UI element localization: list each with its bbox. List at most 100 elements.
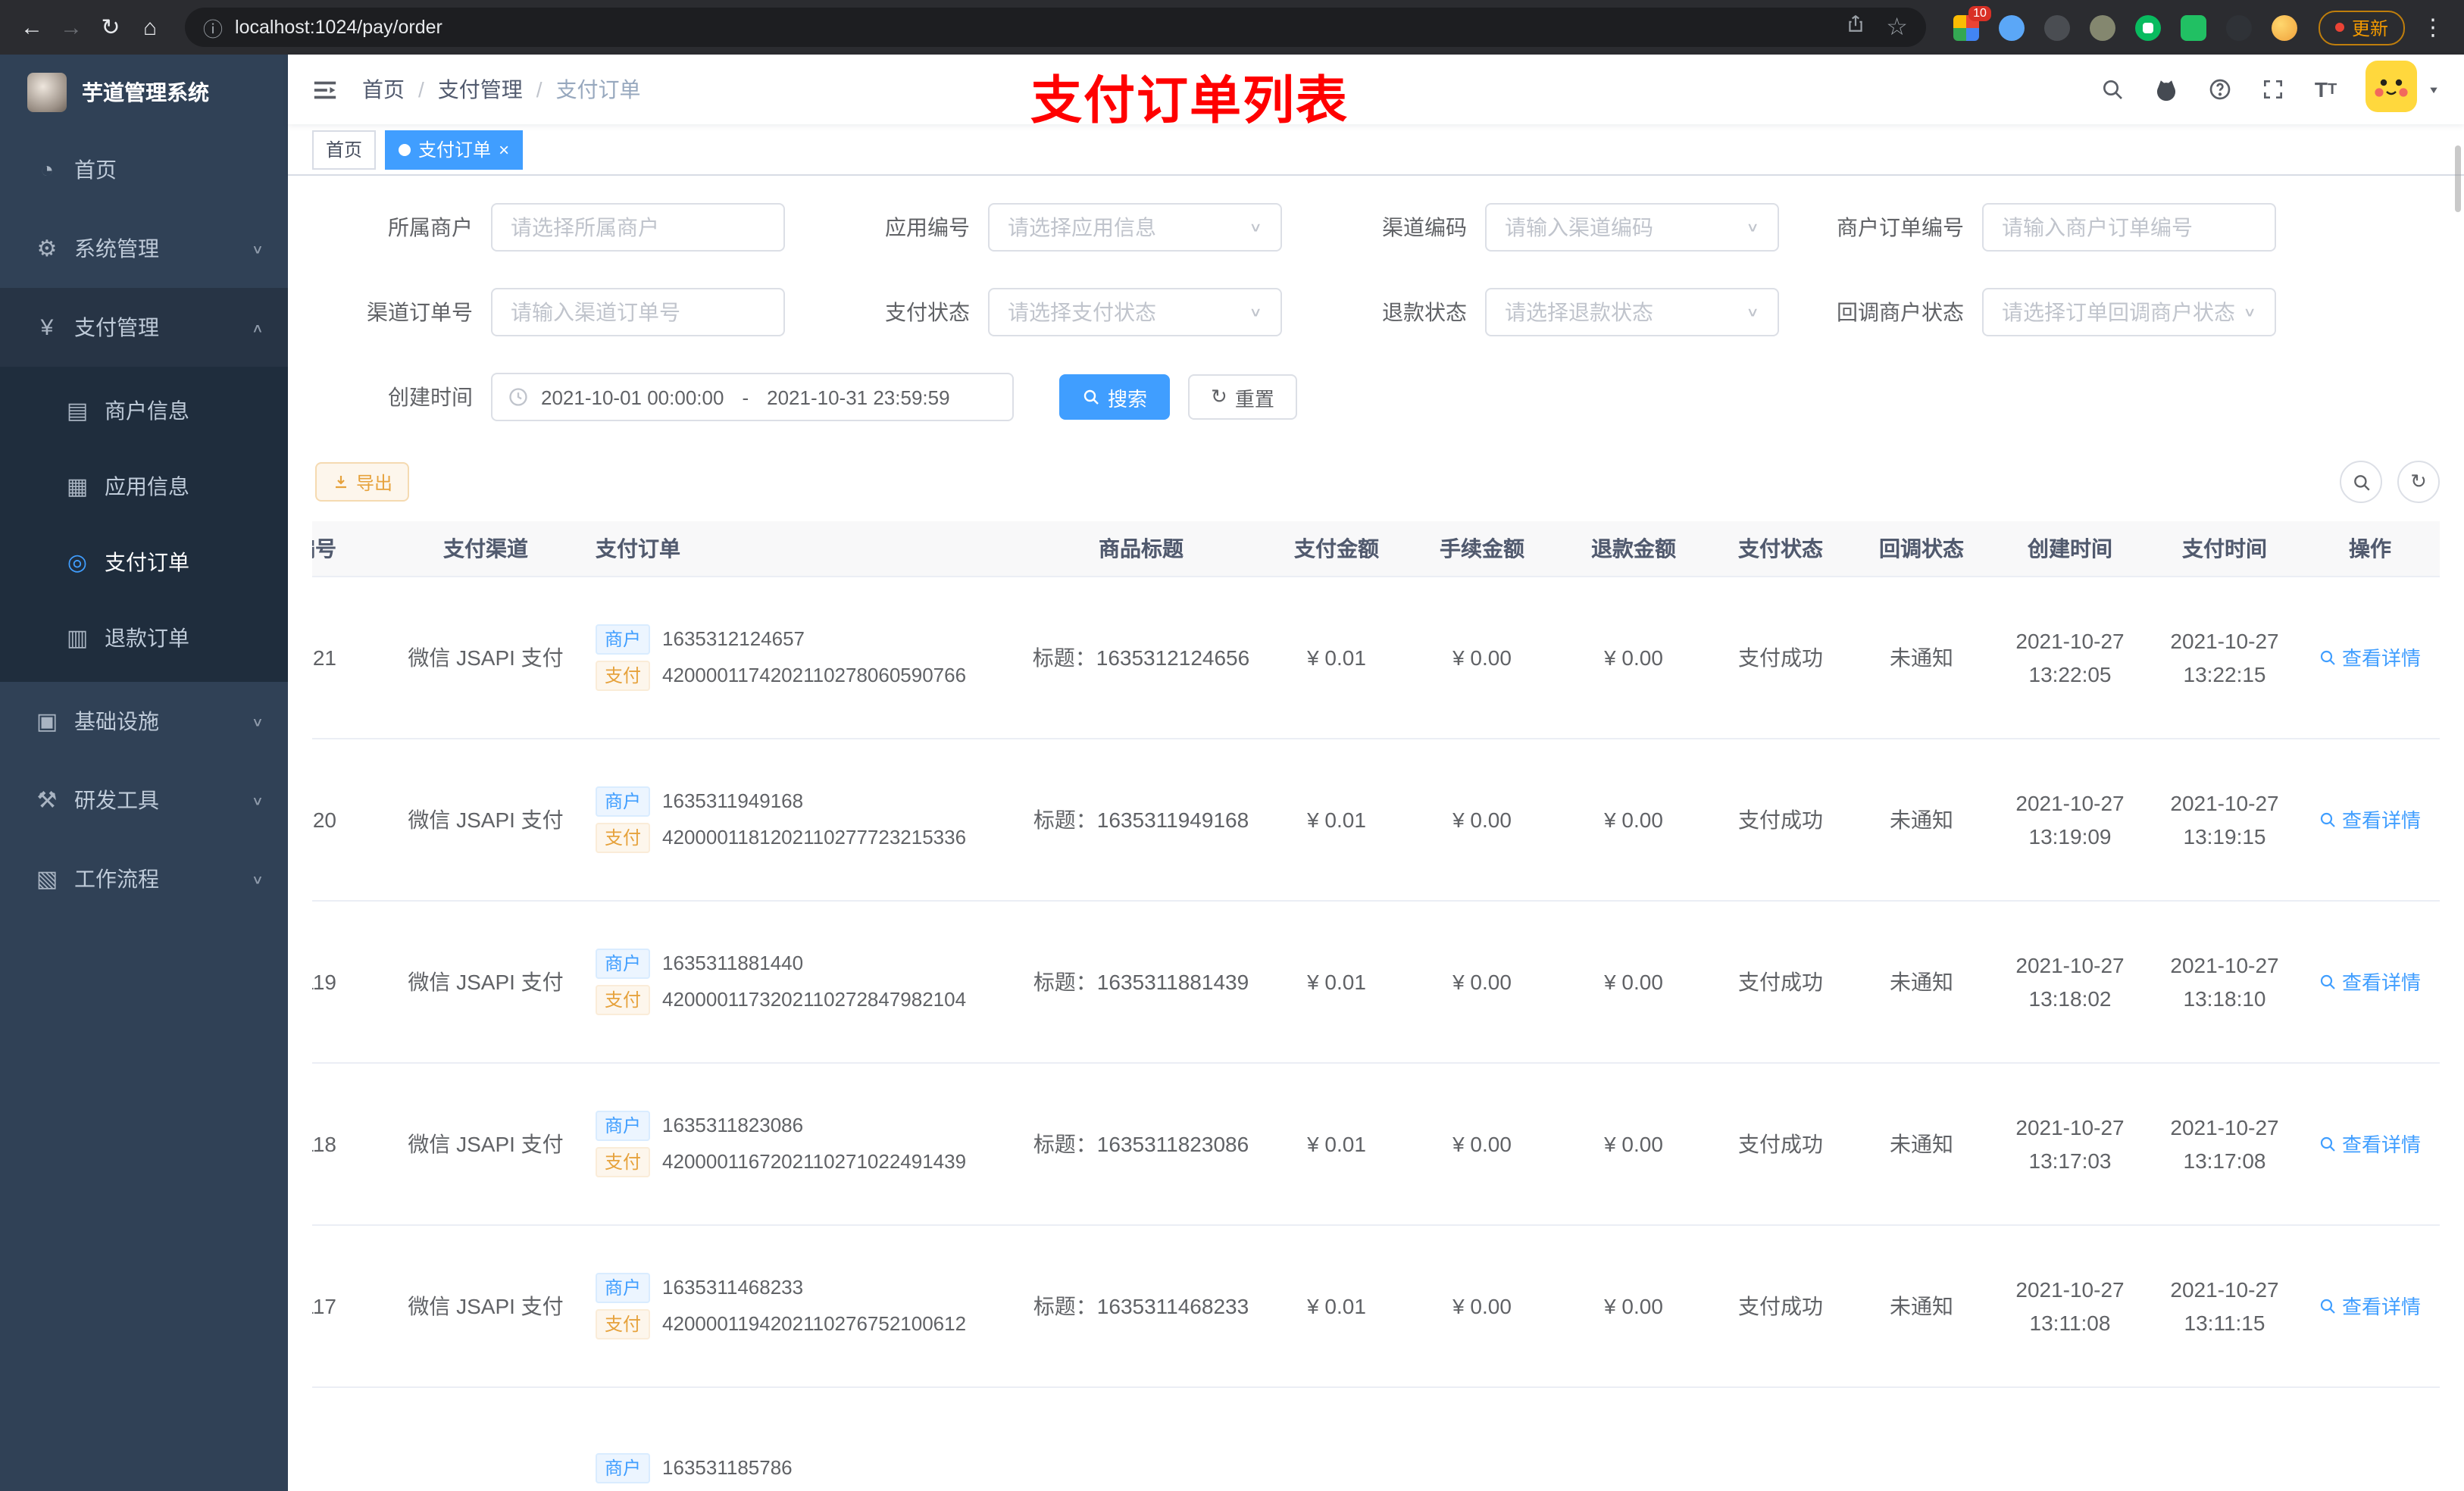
refund-amount: ¥ 0.00 [1558,576,1709,739]
pay-status-select[interactable]: 请选择支付状态 ∨ [988,288,1282,336]
table-row: 118 微信 JSAPI 支付 商户 1635311823086 支付 420000… [312,1062,2440,1225]
share-icon[interactable] [1845,14,1865,41]
refund-status-select[interactable]: 请选择退款状态 ∨ [1485,288,1779,336]
tools-icon: ⚒ [36,788,58,814]
sidebar-item-workflow[interactable]: ▧ 工作流程 ∨ [0,839,288,918]
sidebar-item-pay-order[interactable]: ◎ 支付订单 [0,524,288,600]
reset-button[interactable]: ↻ 重置 [1188,374,1297,420]
update-button[interactable]: 更新 [2318,10,2405,45]
notify-status-select[interactable]: 请选择订单回调商户状态 ∨ [1982,288,2276,336]
back-icon[interactable]: ← [12,8,52,47]
sidebar-item-pay[interactable]: ¥ 支付管理 ∧ [0,288,288,367]
pay-time: 2021-10-27 13:11:15 [2149,1224,2300,1387]
sidebar-item-system[interactable]: ⚙ 系统管理 ∨ [0,209,288,288]
sidebar-item-infra[interactable]: ▣ 基础设施 ∨ [0,682,288,761]
sidebar-item-dev-tools[interactable]: ⚒ 研发工具 ∨ [0,761,288,839]
browser-menu-icon[interactable]: ⋮ [2414,14,2452,41]
refresh-table-button[interactable]: ↻ [2397,461,2440,503]
merchant-order-no: 1635311949168 [662,789,804,812]
view-detail-link[interactable]: 查看详情 [2319,805,2421,833]
target-icon: ◎ [67,550,88,576]
tab-home[interactable]: 首页 [312,130,377,169]
browser-chrome: ← → ↻ ⌂ ⓘ localhost:1024/pay/order ☆ 10 … [0,0,2464,55]
breadcrumb-current: 支付订单 [555,77,641,102]
merchant-filter-label: 所属商户 [388,215,473,239]
sidebar-item-app-info[interactable]: ▦ 应用信息 [0,449,288,524]
export-button[interactable]: 导出 [315,462,410,502]
fee-amount: ¥ 0.00 [1406,576,1558,739]
pay-tag: 支付 [596,822,651,852]
extension-a-icon[interactable] [2043,14,2070,40]
reload-icon[interactable]: ↻ [91,8,130,47]
pay-channel: 微信 JSAPI 支付 [376,900,596,1063]
sidebar-item-home[interactable]: ◔ 首页 [0,130,288,209]
pay-status: 支付成功 [1709,576,1852,739]
col-actions: 操作 [2300,521,2440,577]
breadcrumb: 首页 / 支付管理 / 支付订单 [362,74,641,105]
home-icon[interactable]: ⌂ [130,8,170,47]
bookmark-star-icon[interactable]: ☆ [1886,12,1908,42]
merchant-order-no-input[interactable] [1982,203,2276,252]
chevron-down-icon: ∨ [251,714,264,729]
user-menu[interactable]: ▼ [2366,60,2440,119]
chat-icon[interactable] [2180,14,2206,40]
toggle-search-button[interactable] [2340,461,2382,503]
sidebar-item-refund-order[interactable]: ▥ 退款订单 [0,600,288,676]
profile-face-icon[interactable] [2271,14,2297,40]
merchant-order-no: 1635312124657 [662,627,805,650]
pay-tag: 支付 [596,660,651,690]
breadcrumb-section[interactable]: 支付管理 [438,74,523,105]
logo-avatar [27,73,67,112]
pay-status-filter-label: 支付状态 [885,300,970,324]
search-icon [2321,1298,2336,1313]
fullscreen-icon[interactable] [2262,77,2286,102]
merchant-tag: 商户 [596,624,651,654]
channel-code-select[interactable]: 请输入渠道编码 ∨ [1485,203,1779,252]
create-time-range-picker[interactable]: 2021-10-01 00:00:00 - 2021-10-31 23:59:5… [491,373,1014,421]
wechat-devtools-icon[interactable] [2134,14,2161,40]
font-size-icon[interactable]: ¥TT [2315,77,2337,102]
table-row-partial: 商户 163531185786 [312,1386,2440,1491]
search-icon[interactable] [2101,77,2125,102]
search-button[interactable]: 搜索 [1059,374,1171,420]
notification-dot [2334,23,2344,32]
extension-b-icon[interactable] [2089,14,2115,40]
channel-order-no-input[interactable] [491,288,785,336]
table-row: 117 微信 JSAPI 支付 商户 1635311468233 支付 420000… [312,1224,2440,1387]
tab-pay-order[interactable]: 支付订单 × [385,130,524,169]
col-channel: 支付渠道 [376,521,596,577]
github-icon[interactable] [2154,77,2180,102]
tags-view-bar: 首页 支付订单 × [288,124,2464,176]
chevron-down-icon: ∨ [2243,305,2256,320]
merchant-select[interactable] [491,203,785,252]
pay-amount: ¥ 0.01 [1267,576,1406,739]
view-detail-link[interactable]: 查看详情 [2319,642,2421,671]
dashboard-icon: ◔ [39,157,55,183]
app-no-select[interactable]: 请选择应用信息 ∨ [988,203,1282,252]
app-no-filter-label: 应用编号 [885,215,970,239]
scrollbar-thumb[interactable] [2455,145,2461,212]
breadcrumb-home[interactable]: 首页 [362,74,405,105]
sidebar-toggle-icon[interactable] [312,77,338,102]
grid-icon: ▦ [66,474,89,500]
col-pay-order: 支付订单 [596,521,1015,577]
site-info-icon[interactable]: ⓘ [203,13,223,42]
github-desktop-icon[interactable] [2225,14,2252,40]
sidebar-item-merchant-info[interactable]: ▤ 商户信息 [0,373,288,449]
blue-pin-icon[interactable] [1998,14,2025,40]
view-detail-link[interactable]: 查看详情 [2319,967,2421,996]
search-icon [2353,474,2369,490]
address-bar[interactable]: ⓘ localhost:1024/pay/order ☆ [185,8,1926,47]
apps-grid-icon[interactable]: 10 [1953,5,1991,40]
help-icon[interactable] [2209,77,2233,102]
caret-down-icon: ▼ [2428,83,2440,95]
fee-amount: ¥ 0.00 [1406,1224,1558,1387]
order-id: 118 [312,1062,376,1225]
product-title: 标题：1635311823086 [1015,1062,1267,1225]
view-detail-link[interactable]: 查看详情 [2319,1129,2421,1158]
view-detail-link[interactable]: 查看详情 [2319,1291,2421,1320]
forward-icon[interactable]: → [52,8,91,47]
merchant-order-no-filter-label: 商户订单编号 [1837,215,1964,239]
close-tab-icon[interactable]: × [499,140,509,158]
avatar[interactable] [2366,60,2418,119]
